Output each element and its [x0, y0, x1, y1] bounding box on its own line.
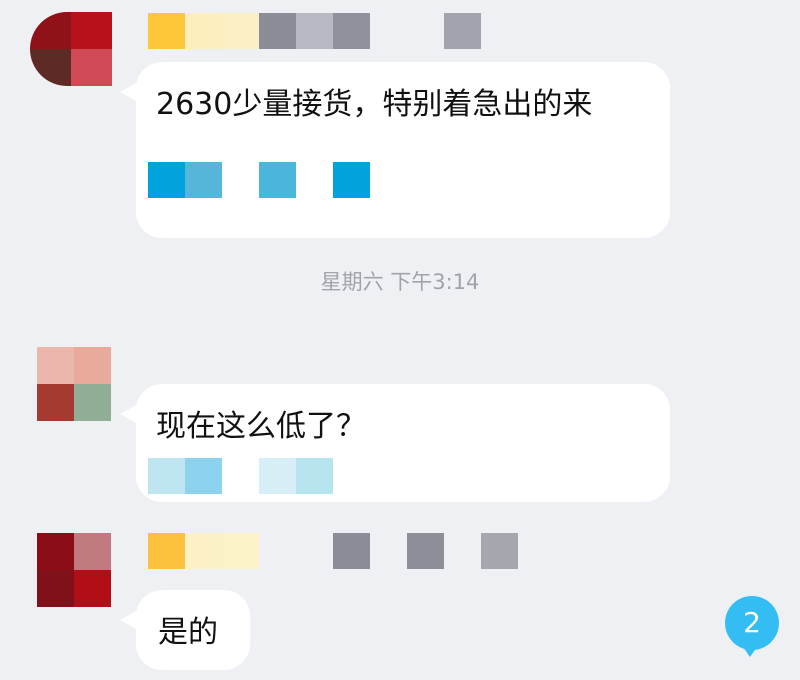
content-tile [148, 162, 185, 198]
avatar-tile [71, 12, 112, 49]
name-tile [222, 533, 259, 569]
message-text: 2630少量接货，特别着急出的来 [156, 87, 593, 122]
avatar[interactable] [37, 533, 111, 607]
chat-screen: 2630少量接货，特别着急出的来 星期六 下午3:14 现在这么低了？ 是的 2 [0, 0, 800, 680]
message-text: 现在这么低了？ [156, 409, 366, 444]
name-tile [259, 13, 296, 49]
name-tile [333, 13, 370, 49]
content-tile [148, 458, 185, 494]
content-tile [222, 162, 259, 198]
avatar-tile [71, 49, 112, 86]
sender-name-redacted [148, 13, 481, 49]
avatar-tile [37, 570, 74, 607]
avatar-tile [74, 570, 111, 607]
name-tile [370, 13, 407, 49]
name-tile [407, 533, 444, 569]
message-bubble[interactable]: 现在这么低了？ [120, 384, 670, 502]
name-tile [407, 13, 444, 49]
content-tile [259, 458, 296, 494]
avatar-tile [37, 384, 74, 421]
name-tile [185, 533, 222, 569]
avatar-tile [74, 533, 111, 570]
name-tile [444, 13, 481, 49]
name-tile [222, 13, 259, 49]
name-tile [148, 13, 185, 49]
avatar-tile [37, 347, 74, 384]
message-timestamp: 星期六 下午3:14 [320, 270, 480, 294]
name-tile [296, 533, 333, 569]
content-tile [333, 162, 370, 198]
avatar-tile [37, 533, 74, 570]
message-text: 是的 [158, 615, 218, 650]
content-tile [296, 458, 333, 494]
name-tile [370, 533, 407, 569]
avatar-tile [74, 384, 111, 421]
content-tile [222, 458, 259, 494]
name-tile [333, 533, 370, 569]
message-bubble[interactable]: 是的 [120, 590, 250, 670]
content-tile [259, 162, 296, 198]
sender-name-redacted [148, 533, 518, 569]
name-tile [185, 13, 222, 49]
content-tile [185, 162, 222, 198]
content-tile [333, 458, 370, 494]
avatar[interactable] [30, 12, 112, 86]
content-tile [185, 458, 222, 494]
name-tile [481, 533, 518, 569]
avatar-tile [30, 49, 71, 86]
content-tile [296, 162, 333, 198]
avatar-tile [74, 347, 111, 384]
unread-count-badge[interactable]: 2 [725, 596, 779, 657]
name-tile [444, 533, 481, 569]
name-tile [259, 533, 296, 569]
message-redacted-content [148, 162, 370, 198]
message-bubble[interactable]: 2630少量接货，特别着急出的来 [120, 62, 670, 238]
avatar-tile [30, 12, 71, 49]
avatar[interactable] [37, 347, 111, 421]
message-redacted-content [148, 458, 370, 494]
name-tile [296, 13, 333, 49]
name-tile [148, 533, 185, 569]
